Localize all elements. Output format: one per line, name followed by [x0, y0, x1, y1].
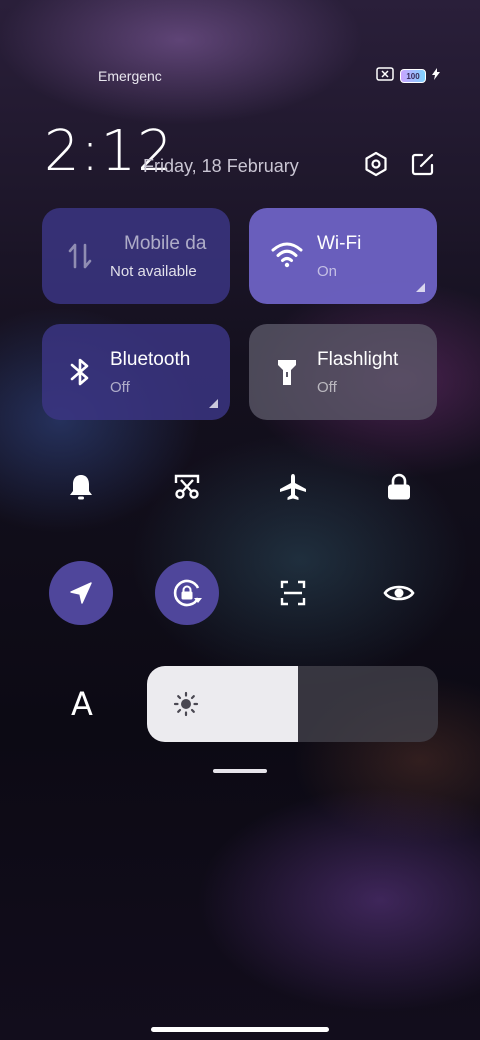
status-icons: 100 [376, 66, 440, 86]
sun-icon [173, 691, 199, 717]
airplane-icon [280, 474, 306, 500]
tile-flashlight[interactable]: Flashlight Off [249, 324, 437, 420]
toggle-sound[interactable] [49, 455, 113, 519]
toggle-row-2 [0, 561, 480, 625]
toggle-reading-mode[interactable] [367, 561, 431, 625]
eye-icon [383, 585, 415, 601]
toggle-scanner[interactable] [261, 561, 325, 625]
scanner-icon [280, 580, 306, 606]
edit-button[interactable] [409, 150, 437, 178]
mobile-data-label: Mobile da [124, 233, 207, 254]
mobile-data-status: Not available [110, 263, 197, 280]
battery-level: 100 [406, 71, 420, 81]
toggle-location[interactable] [49, 561, 113, 625]
tile-bluetooth[interactable]: Bluetooth Off [42, 324, 230, 420]
expand-corner-icon[interactable] [209, 399, 218, 408]
toggle-screenshot[interactable] [155, 455, 219, 519]
carrier-info: ly Emergenc [0, 60, 170, 92]
toggle-rotation-lock[interactable] [155, 561, 219, 625]
charging-icon [432, 67, 440, 85]
flashlight-status: Off [317, 379, 337, 396]
screenshot-icon [174, 474, 200, 499]
toggle-airplane[interactable] [261, 455, 325, 519]
wifi-icon [271, 238, 303, 270]
bluetooth-icon [64, 356, 96, 388]
edit-icon [411, 153, 434, 176]
wifi-label: Wi-Fi [317, 233, 362, 254]
toggle-lock-screen[interactable] [367, 455, 431, 519]
tile-mobile-data[interactable]: Mobile da Not available [42, 208, 230, 304]
location-icon [70, 582, 92, 604]
font-size-button[interactable]: A [50, 674, 114, 734]
toggle-row-1 [0, 455, 480, 519]
bluetooth-status: Off [110, 379, 130, 396]
rotation-lock-icon [173, 579, 202, 607]
brightness-fill [147, 666, 299, 742]
home-indicator[interactable] [151, 1027, 329, 1032]
date-label: Friday, 18 February [143, 156, 299, 176]
lock-icon [388, 473, 410, 500]
hexagon-settings-icon [365, 151, 387, 177]
flashlight-label: Flashlight [317, 349, 399, 370]
tile-wifi[interactable]: Wi-Fi On [249, 208, 437, 304]
bell-icon [70, 475, 92, 500]
status-bar: ly Emergenc 100 [0, 60, 480, 92]
settings-button[interactable] [362, 150, 390, 178]
drag-handle[interactable] [213, 769, 267, 773]
mobile-data-icon [64, 240, 96, 272]
brightness-slider[interactable] [147, 666, 438, 742]
expand-corner-icon[interactable] [416, 283, 425, 292]
font-size-label: A [71, 685, 93, 723]
no-sim-icon [376, 66, 394, 86]
bluetooth-label: Bluetooth [110, 349, 191, 370]
flashlight-icon [271, 356, 303, 388]
carrier-name-2: Emergenc [98, 68, 162, 84]
wifi-status: On [317, 263, 338, 280]
battery-icon: 100 [400, 69, 426, 83]
